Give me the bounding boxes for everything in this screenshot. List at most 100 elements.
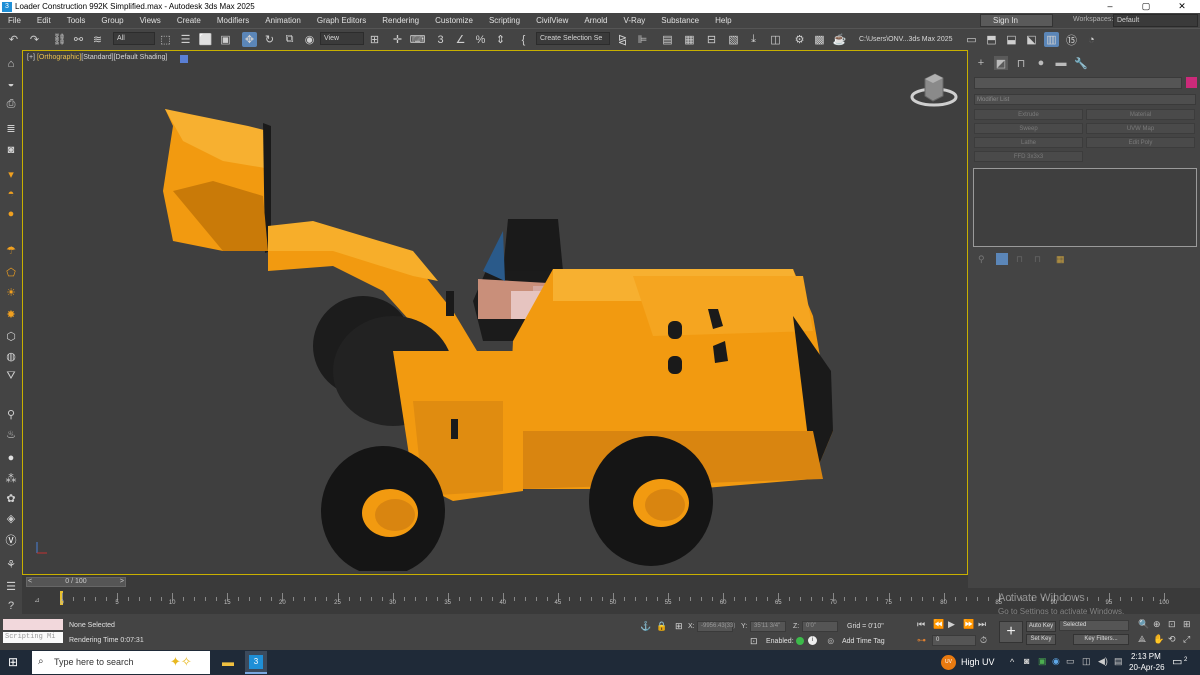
sun-icon[interactable]: ☀ xyxy=(3,284,19,300)
pan-icon[interactable]: ✋ xyxy=(1153,634,1164,645)
fov-icon[interactable]: ⟁ xyxy=(1138,634,1146,645)
go-to-end-icon[interactable]: ⏭ xyxy=(978,619,986,630)
menu-substance[interactable]: Substance xyxy=(653,16,707,25)
vray-logo-icon[interactable]: Ⓥ xyxy=(3,532,19,548)
time-config-icon[interactable]: ⏱ xyxy=(980,635,987,646)
menu-toggle-icon[interactable]: ☰ xyxy=(3,578,19,594)
scripting-mini-listener[interactable]: Scripting Mi xyxy=(3,632,63,643)
menu-customize[interactable]: Customize xyxy=(427,16,481,25)
pivot-center-button[interactable]: ⊞ xyxy=(367,32,382,47)
key-selection-select[interactable]: Selected xyxy=(1059,620,1129,631)
menu-scripting[interactable]: Scripting xyxy=(481,16,528,25)
tripod-icon[interactable]: ⛛ xyxy=(3,368,19,384)
link-button[interactable]: ⛓ xyxy=(52,32,67,47)
loader-3d-model[interactable] xyxy=(153,101,853,571)
display-tab-icon[interactable]: ▬ xyxy=(1054,56,1068,70)
viewport-shading[interactable]: [Default Shading] xyxy=(114,54,168,61)
workspaces-select[interactable]: Default xyxy=(1113,14,1198,27)
project-create-button[interactable]: ⬓ xyxy=(1004,32,1019,47)
current-frame-field[interactable]: 0 xyxy=(932,635,976,646)
pin-stack-icon[interactable]: ⚲ xyxy=(978,254,985,265)
viewport-standard[interactable]: [Standard] xyxy=(81,54,113,61)
utilities-tab-icon[interactable]: 🔧 xyxy=(1074,56,1088,70)
menu-rendering[interactable]: Rendering xyxy=(374,16,427,25)
select-manipulate-button[interactable]: ✛ xyxy=(390,32,405,47)
clock-time[interactable]: 2:13 PM xyxy=(1131,652,1161,661)
show-end-result-icon[interactable] xyxy=(996,253,1008,265)
project-set-button[interactable]: ⬒ xyxy=(984,32,999,47)
key-filters-button[interactable]: Key Filters... xyxy=(1073,634,1129,645)
render-elements-icon[interactable]: ✿ xyxy=(3,490,19,506)
menu-create[interactable]: Create xyxy=(169,16,209,25)
menu-graph-editors[interactable]: Graph Editors xyxy=(309,16,374,25)
reference-coord-select[interactable]: View xyxy=(320,32,364,45)
configure-sets-icon[interactable]: ▦ xyxy=(1056,254,1065,265)
shape-icon[interactable]: ⬠ xyxy=(3,264,19,280)
notification-icon[interactable]: ▭ xyxy=(1172,655,1182,668)
house-icon[interactable]: ⌂ xyxy=(3,56,19,72)
align-button[interactable]: ⊫ xyxy=(635,32,650,47)
globe-icon[interactable]: ◍ xyxy=(3,348,19,364)
bind-spacewarp-button[interactable]: ≋ xyxy=(90,32,105,47)
undo-button[interactable]: ↶ xyxy=(6,32,21,47)
menu-animation[interactable]: Animation xyxy=(257,16,309,25)
lock-icon[interactable]: 🔒 xyxy=(656,621,667,632)
play-icon[interactable]: ▶ xyxy=(948,619,955,630)
select-move-button[interactable]: ✥ xyxy=(242,32,257,47)
x-coordinate[interactable]: -9956.43(33) xyxy=(697,621,735,632)
menu-modifiers[interactable]: Modifiers xyxy=(209,16,257,25)
redo-button[interactable]: ↷ xyxy=(27,32,42,47)
modifier-lathe-button[interactable]: Lathe xyxy=(974,137,1083,148)
schematic-view-button[interactable]: ⤓ xyxy=(746,32,761,47)
tray-monitor-icon[interactable]: ▭ xyxy=(1066,656,1075,667)
scene-explorer-button[interactable]: ▤ xyxy=(660,32,675,47)
weather-icon[interactable]: UV xyxy=(941,655,956,670)
menu-help[interactable]: Help xyxy=(707,16,739,25)
add-time-tag[interactable]: Add Time Tag xyxy=(842,638,885,645)
set-keys-button[interactable]: + xyxy=(999,621,1023,643)
menu-civilview[interactable]: CivilView xyxy=(528,16,576,25)
maximize-button[interactable]: ▢ xyxy=(1128,0,1164,13)
3ds-max-taskbar-icon[interactable]: 3 xyxy=(245,651,267,674)
box-icon[interactable]: ⬡ xyxy=(3,328,19,344)
menu-edit[interactable]: Edit xyxy=(29,16,59,25)
save-project-button[interactable]: ▥ xyxy=(1044,32,1059,47)
modify-tab-icon[interactable]: ◩ xyxy=(994,56,1008,70)
tray-blue-icon[interactable]: ◉ xyxy=(1052,656,1060,667)
vray-button[interactable]: ◔ xyxy=(1084,32,1099,47)
flame-icon[interactable]: ♨ xyxy=(3,426,19,442)
modifier-extrude-button[interactable]: Extrude xyxy=(974,109,1083,120)
previous-frame-icon[interactable]: ⏪ xyxy=(933,619,944,630)
z-coordinate[interactable]: 0'0" xyxy=(802,621,838,632)
keyboard-shortcut-button[interactable]: ⌨ xyxy=(410,32,426,47)
file-explorer-icon[interactable]: ▬ xyxy=(217,651,239,674)
auto-key-button[interactable]: Auto Key xyxy=(1026,621,1056,632)
project-path[interactable]: C:\Users\ONV...3ds Max 2025 xyxy=(859,36,953,43)
spinner-snap-button[interactable]: ⇕ xyxy=(493,32,508,47)
time-slider-thumb[interactable]: < 0 / 100 > xyxy=(26,577,126,587)
select-by-name-button[interactable]: ☰ xyxy=(178,32,193,47)
modifier-ffd-button[interactable]: FFD 3x3x3 xyxy=(974,151,1083,162)
time-tag-icon[interactable]: ⊚ xyxy=(827,636,835,647)
modifier-edit-poly-button[interactable]: Edit Poly xyxy=(1086,137,1195,148)
zoom-extents-all-icon[interactable]: ⊞ xyxy=(1183,619,1191,630)
orbit-icon[interactable]: ⟲ xyxy=(1168,634,1176,645)
weather-text[interactable]: High UV xyxy=(961,657,995,667)
toolbar-toggle-icon[interactable]: ⚘ xyxy=(3,556,19,572)
light-icon[interactable]: ✸ xyxy=(3,306,19,322)
zoom-all-icon[interactable]: ⊕ xyxy=(1153,619,1161,630)
modifier-stack[interactable] xyxy=(973,168,1197,247)
material-editor-button[interactable]: ◫ xyxy=(768,32,783,47)
windows-start-icon[interactable]: ⊞ xyxy=(8,655,18,669)
language-icon[interactable]: ▤ xyxy=(1114,656,1123,667)
select-object-button[interactable]: ⬚ xyxy=(158,32,173,47)
curve-editor-button[interactable]: ▧ xyxy=(726,32,741,47)
unlink-button[interactable]: ⚯ xyxy=(71,32,86,47)
material-ball-icon[interactable]: ● xyxy=(3,450,19,466)
arnold-render-button[interactable]: ⑮ xyxy=(1064,32,1079,47)
viewport-orthographic[interactable]: [+] [Orthographic][Standard][Default Sha… xyxy=(22,50,968,575)
select-rotate-button[interactable]: ↻ xyxy=(262,32,277,47)
viewport-point-of-view[interactable]: [Orthographic] xyxy=(37,54,81,61)
select-scale-button[interactable]: ⧉ xyxy=(282,32,297,47)
selection-filter-select[interactable]: All xyxy=(113,32,155,45)
